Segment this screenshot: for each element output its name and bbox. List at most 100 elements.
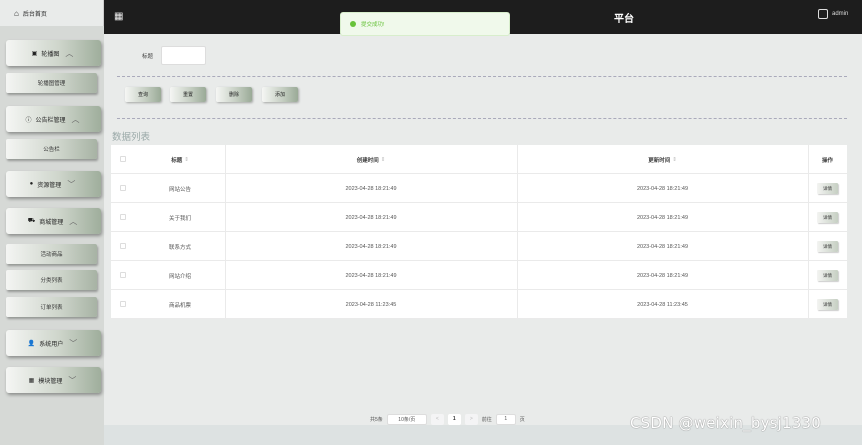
row-checkbox[interactable] bbox=[120, 214, 126, 220]
sidebar-item-label: 轮播图管理 bbox=[37, 81, 66, 87]
cell-updated: 2023-04-28 18:21:49 bbox=[636, 272, 689, 279]
sort-icon: ⇕ bbox=[184, 156, 189, 163]
menu-notice-label: 公告栏管理 bbox=[35, 117, 66, 124]
sidebar-item-activity-goods[interactable]: 活动商品 bbox=[6, 244, 97, 264]
cell-title: 商品机票 bbox=[168, 302, 191, 309]
page-size-value: 10条/页 bbox=[398, 416, 416, 423]
cell-title: 网站介绍 bbox=[168, 273, 191, 280]
menu-module[interactable]: ▦ 模块管理 ﹀ bbox=[6, 367, 101, 393]
cart-icon: ⛟ bbox=[27, 218, 36, 224]
menu-resource[interactable]: ● 资源管理 ﹀ bbox=[6, 171, 101, 197]
menu-toggle-icon[interactable]: ▦ bbox=[114, 11, 123, 22]
avatar[interactable] bbox=[818, 9, 828, 19]
sidebar-item-orders[interactable]: 订单列表 bbox=[6, 297, 97, 317]
sidebar-item-categories[interactable]: 分类列表 bbox=[6, 270, 97, 290]
goto-label: 前往 bbox=[481, 416, 492, 423]
cell-created: 2023-04-28 18:21:49 bbox=[345, 214, 397, 221]
detail-button[interactable]: 详情 bbox=[817, 183, 838, 194]
chevron-up-icon: ︿ bbox=[69, 216, 78, 226]
sidebar-item-carousel-manage[interactable]: 轮播图管理 bbox=[6, 73, 97, 93]
table-row: 联系方式 2023-04-28 18:21:49 2023-04-28 18:2… bbox=[111, 232, 847, 261]
menu-shop-label: 商城管理 bbox=[39, 219, 64, 226]
data-table: 标题 ⇕ 创建时间 ⇕ 更新时间 ⇕ 操作 网站公告 2023-04-28 18:21… bbox=[111, 145, 847, 319]
menu-resource-label: 资源管理 bbox=[37, 182, 62, 189]
next-page-button[interactable]: > bbox=[464, 413, 478, 425]
delete-button[interactable]: 删除 bbox=[216, 87, 252, 102]
prev-page-button[interactable]: < bbox=[430, 413, 444, 425]
chevron-up-icon: ︿ bbox=[71, 114, 80, 124]
sidebar-item-label: 订单列表 bbox=[40, 305, 63, 311]
cell-updated: 2023-04-28 11:23:45 bbox=[637, 301, 688, 308]
page-title: 平台 bbox=[614, 14, 634, 25]
divider bbox=[117, 118, 847, 119]
header-action: 操作 bbox=[821, 157, 833, 164]
search-title-input[interactable] bbox=[161, 46, 206, 65]
cell-title: 联系方式 bbox=[168, 244, 191, 251]
home-label: 后台首页 bbox=[22, 11, 47, 18]
row-checkbox[interactable] bbox=[120, 243, 126, 249]
goto-page-value: 1 bbox=[504, 416, 508, 422]
chevron-up-icon: ︿ bbox=[65, 48, 74, 58]
cell-title: 网站公告 bbox=[168, 186, 191, 193]
menu-carousel-label: 轮播图 bbox=[41, 51, 60, 58]
sort-icon: ⇕ bbox=[672, 156, 677, 163]
user-name[interactable]: admin bbox=[832, 11, 848, 17]
goto-page-input[interactable]: 1 bbox=[495, 413, 516, 425]
cell-created: 2023-04-28 18:21:49 bbox=[345, 243, 397, 250]
page-number-current[interactable]: 1 bbox=[447, 413, 461, 425]
add-button[interactable]: 添加 bbox=[262, 87, 298, 102]
chevron-down-icon: ﹀ bbox=[68, 375, 77, 385]
header-title[interactable]: 标题 ⇕ bbox=[135, 145, 225, 174]
goto-suffix: 页 bbox=[519, 416, 525, 423]
page-size-select[interactable]: 10条/页 bbox=[386, 413, 427, 425]
detail-button[interactable]: 详情 bbox=[817, 212, 838, 223]
menu-system-user[interactable]: 👤 系统用户 ﹀ bbox=[6, 330, 101, 356]
table-row: 网站公告 2023-04-28 18:21:49 2023-04-28 18:2… bbox=[111, 174, 847, 203]
home-icon: ⌂ bbox=[14, 8, 19, 18]
toast-message: 提交成功! bbox=[361, 22, 385, 28]
sort-icon: ⇕ bbox=[380, 156, 386, 163]
sidebar: ⌂ 后台首页 ▣ 轮播图 ︿ 轮播图管理 ⓘ 公告栏管理 ︿ 公告栏 ● 资源管… bbox=[0, 0, 104, 445]
divider bbox=[117, 76, 847, 77]
select-all-checkbox[interactable] bbox=[120, 156, 126, 162]
picture-icon: ▣ bbox=[31, 50, 38, 57]
detail-button[interactable]: 详情 bbox=[817, 270, 838, 281]
cell-created: 2023-04-28 18:21:49 bbox=[345, 272, 397, 279]
chevron-down-icon: ﹀ bbox=[67, 179, 76, 189]
sidebar-item-notice[interactable]: 公告栏 bbox=[6, 139, 97, 159]
table-row: 商品机票 2023-04-28 11:23:45 2023-04-28 11:2… bbox=[111, 290, 847, 319]
menu-shop[interactable]: ⛟ 商城管理 ︿ bbox=[6, 208, 101, 234]
success-icon bbox=[350, 21, 356, 27]
sidebar-item-label: 公告栏 bbox=[43, 147, 60, 153]
header-title-label: 标题 bbox=[171, 157, 183, 164]
detail-button[interactable]: 详情 bbox=[817, 241, 838, 252]
header-updated[interactable]: 更新时间 ⇕ bbox=[517, 145, 808, 174]
cell-created: 2023-04-28 11:23:45 bbox=[345, 301, 397, 308]
menu-system-user-label: 系统用户 bbox=[39, 341, 64, 348]
watermark: CSDN @weixin_bysj1330 bbox=[630, 414, 822, 432]
list-title: 数据列表 bbox=[112, 132, 151, 143]
sidebar-item-label: 活动商品 bbox=[40, 252, 63, 258]
table-row: 关于我们 2023-04-28 18:21:49 2023-04-28 18:2… bbox=[111, 203, 847, 232]
chevron-down-icon: ﹀ bbox=[69, 338, 78, 348]
cell-created: 2023-04-28 18:21:49 bbox=[345, 185, 397, 192]
table-header-row: 标题 ⇕ 创建时间 ⇕ 更新时间 ⇕ 操作 bbox=[111, 145, 847, 174]
detail-button[interactable]: 详情 bbox=[817, 299, 838, 310]
sidebar-item-label: 分类列表 bbox=[40, 278, 63, 284]
success-toast: 提交成功! bbox=[340, 12, 510, 36]
user-icon: 👤 bbox=[27, 340, 36, 347]
home-link[interactable]: ⌂ 后台首页 bbox=[0, 0, 104, 26]
reset-button[interactable]: 重置 bbox=[170, 87, 206, 102]
header-updated-label: 更新时间 bbox=[648, 157, 671, 164]
row-checkbox[interactable] bbox=[120, 185, 126, 191]
location-icon: ● bbox=[29, 181, 34, 187]
row-checkbox[interactable] bbox=[120, 301, 126, 307]
query-button[interactable]: 查询 bbox=[125, 87, 161, 102]
row-checkbox[interactable] bbox=[120, 272, 126, 278]
menu-notice[interactable]: ⓘ 公告栏管理 ︿ bbox=[6, 106, 101, 132]
cell-updated: 2023-04-28 18:21:49 bbox=[636, 185, 689, 192]
pagination-total: 共5条 bbox=[370, 416, 383, 423]
header-created-label: 创建时间 bbox=[356, 157, 379, 164]
header-created[interactable]: 创建时间 ⇕ bbox=[225, 145, 517, 174]
menu-carousel[interactable]: ▣ 轮播图 ︿ bbox=[6, 40, 101, 66]
